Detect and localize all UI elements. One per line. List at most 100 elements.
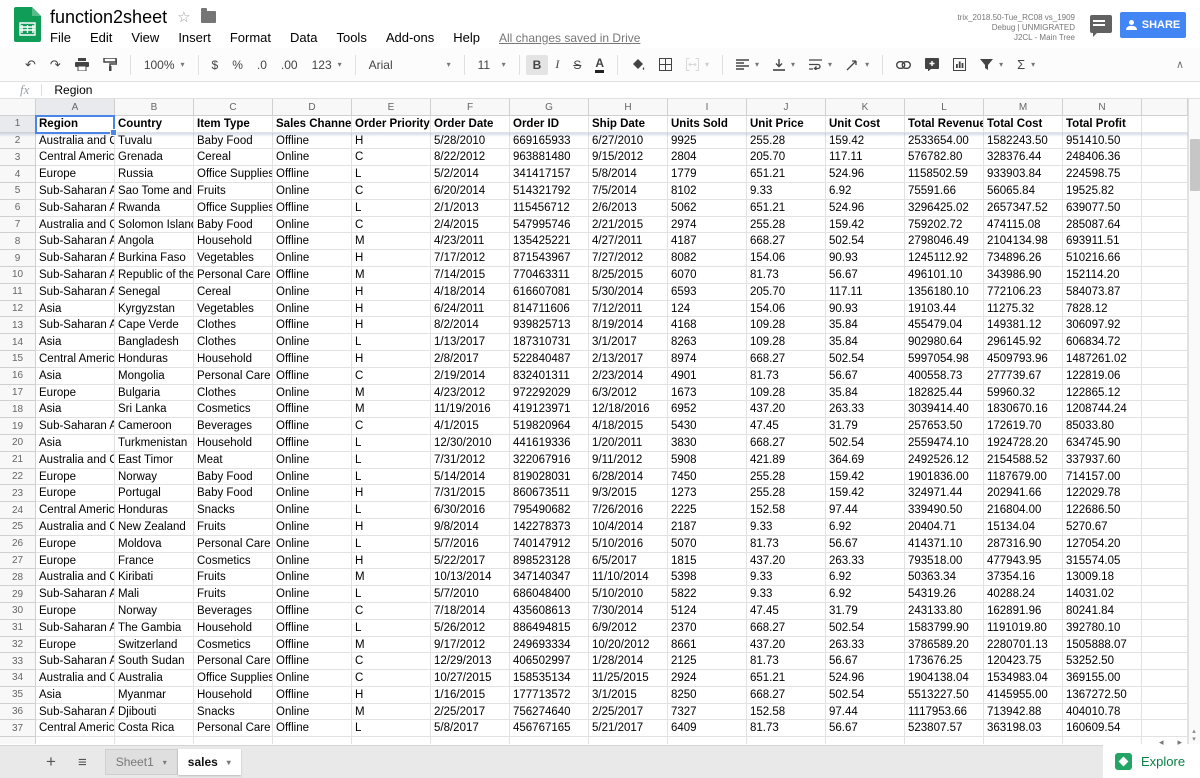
cell-N28[interactable]: 13009.18: [1063, 569, 1142, 586]
cell-H35[interactable]: 3/1/2015: [589, 687, 668, 704]
cell-N12[interactable]: 7828.12: [1063, 301, 1142, 318]
cell-N29[interactable]: 14031.02: [1063, 586, 1142, 603]
cell-E21[interactable]: L: [352, 452, 431, 469]
cell-K27[interactable]: 263.33: [826, 553, 905, 570]
cell-I19[interactable]: 5430: [668, 418, 747, 435]
row-header-35[interactable]: 35: [0, 687, 36, 704]
cell-D30[interactable]: Offline: [273, 603, 352, 620]
row-header-9[interactable]: 9: [0, 250, 36, 267]
column-header-H[interactable]: H: [589, 99, 668, 116]
cell-M34[interactable]: 1534983.04: [984, 670, 1063, 687]
cell-A17[interactable]: Europe: [36, 385, 115, 402]
cell-C21[interactable]: Meat: [194, 452, 273, 469]
cell-A7[interactable]: Australia and Oc: [36, 217, 115, 234]
cell-H28[interactable]: 11/10/2014: [589, 569, 668, 586]
cell-E19[interactable]: C: [352, 418, 431, 435]
cell-H6[interactable]: 2/6/2013: [589, 200, 668, 217]
paint-format-button[interactable]: [96, 55, 124, 74]
cell-M14[interactable]: 296145.92: [984, 334, 1063, 351]
cell-H20[interactable]: 1/20/2011: [589, 435, 668, 452]
cell-H2[interactable]: 6/27/2010: [589, 133, 668, 150]
cell-E4[interactable]: L: [352, 166, 431, 183]
cell-D6[interactable]: Offline: [273, 200, 352, 217]
cell-I4[interactable]: 1779: [668, 166, 747, 183]
cell-B16[interactable]: Mongolia: [115, 368, 194, 385]
cell-D9[interactable]: Online: [273, 250, 352, 267]
cell-E7[interactable]: C: [352, 217, 431, 234]
cell-M33[interactable]: 120423.75: [984, 653, 1063, 670]
cell-L12[interactable]: 19103.44: [905, 301, 984, 318]
cell-L28[interactable]: 50363.34: [905, 569, 984, 586]
cell-H12[interactable]: 7/12/2011: [589, 301, 668, 318]
cell-partial-26[interactable]: [1142, 536, 1188, 553]
cell-I26[interactable]: 5070: [668, 536, 747, 553]
cell-K3[interactable]: 117.11: [826, 149, 905, 166]
cell-N10[interactable]: 152114.20: [1063, 267, 1142, 284]
cell-J30[interactable]: 47.45: [747, 603, 826, 620]
cell-L20[interactable]: 2559474.10: [905, 435, 984, 452]
cell-L27[interactable]: 793518.00: [905, 553, 984, 570]
column-header-F[interactable]: F: [431, 99, 510, 116]
cell-E9[interactable]: H: [352, 250, 431, 267]
cell-E1[interactable]: Order Priority: [352, 116, 431, 133]
cell-J29[interactable]: 9.33: [747, 586, 826, 603]
doc-title[interactable]: function2sheet: [50, 7, 167, 28]
row-header-16[interactable]: 16: [0, 368, 36, 385]
cell-E5[interactable]: C: [352, 183, 431, 200]
cell-G5[interactable]: 514321792: [510, 183, 589, 200]
cell-G23[interactable]: 860673511: [510, 485, 589, 502]
cell-I27[interactable]: 1815: [668, 553, 747, 570]
cell-H25[interactable]: 10/4/2014: [589, 519, 668, 536]
cell-I29[interactable]: 5822: [668, 586, 747, 603]
cell-D5[interactable]: Online: [273, 183, 352, 200]
cell-M13[interactable]: 149381.12: [984, 317, 1063, 334]
cell-C11[interactable]: Cereal: [194, 284, 273, 301]
cell-B18[interactable]: Sri Lanka: [115, 401, 194, 418]
cell-M24[interactable]: 216804.00: [984, 502, 1063, 519]
cell-L14[interactable]: 902980.64: [905, 334, 984, 351]
cell-partial-33[interactable]: [1142, 653, 1188, 670]
cell-B6[interactable]: Rwanda: [115, 200, 194, 217]
cell-D10[interactable]: Offline: [273, 267, 352, 284]
cell-I25[interactable]: 2187: [668, 519, 747, 536]
cell-F32[interactable]: 9/17/2012: [431, 637, 510, 654]
cell-G31[interactable]: 886494815: [510, 620, 589, 637]
cell-partial-3[interactable]: [1142, 149, 1188, 166]
row-header-2[interactable]: 2: [0, 133, 36, 150]
cell-B30[interactable]: Norway: [115, 603, 194, 620]
cell-M15[interactable]: 4509793.96: [984, 351, 1063, 368]
cell-B22[interactable]: Norway: [115, 469, 194, 486]
cell-L11[interactable]: 1356180.10: [905, 284, 984, 301]
cell-B19[interactable]: Cameroon: [115, 418, 194, 435]
cell-I11[interactable]: 6593: [668, 284, 747, 301]
menu-file[interactable]: File: [50, 30, 71, 45]
sheet-tab-sales[interactable]: sales▾: [178, 749, 241, 775]
cell-M8[interactable]: 2104134.98: [984, 233, 1063, 250]
cell-H37[interactable]: 5/21/2017: [589, 720, 668, 737]
cell-L13[interactable]: 455479.04: [905, 317, 984, 334]
cell-B21[interactable]: East Timor: [115, 452, 194, 469]
cell-H26[interactable]: 5/10/2016: [589, 536, 668, 553]
column-header-M[interactable]: M: [984, 99, 1063, 116]
cell-E26[interactable]: L: [352, 536, 431, 553]
cell-J21[interactable]: 421.89: [747, 452, 826, 469]
cell-I6[interactable]: 5062: [668, 200, 747, 217]
cell-H32[interactable]: 10/20/2012: [589, 637, 668, 654]
font-select[interactable]: Arial▾: [362, 55, 458, 75]
insert-chart-button[interactable]: [946, 55, 973, 74]
cell-L31[interactable]: 1583799.90: [905, 620, 984, 637]
cell-partial-29[interactable]: [1142, 586, 1188, 603]
cell-partial-11[interactable]: [1142, 284, 1188, 301]
cell-G12[interactable]: 814711606: [510, 301, 589, 318]
cell-A10[interactable]: Sub-Saharan Afr: [36, 267, 115, 284]
cell-B20[interactable]: Turkmenistan: [115, 435, 194, 452]
cell-E13[interactable]: H: [352, 317, 431, 334]
cell-N2[interactable]: 951410.50: [1063, 133, 1142, 150]
cell-I22[interactable]: 7450: [668, 469, 747, 486]
cell-E24[interactable]: L: [352, 502, 431, 519]
cell-sliver-5[interactable]: [431, 737, 510, 744]
cell-K9[interactable]: 90.93: [826, 250, 905, 267]
cell-I32[interactable]: 8661: [668, 637, 747, 654]
row-header-31[interactable]: 31: [0, 620, 36, 637]
cell-I36[interactable]: 7327: [668, 704, 747, 721]
